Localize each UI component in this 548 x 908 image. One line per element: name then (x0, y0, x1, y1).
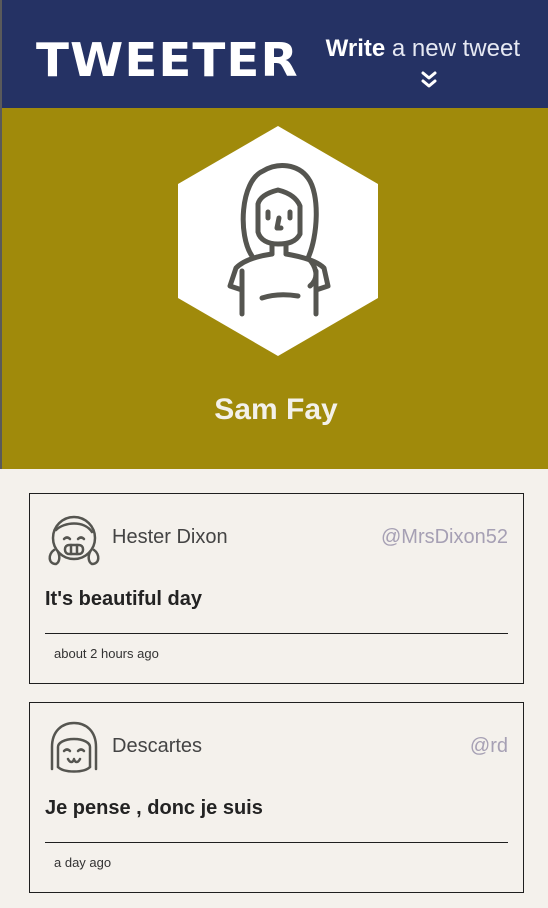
tweet-author-handle[interactable]: @rd (470, 733, 508, 759)
smiling-girl-avatar-icon (50, 721, 98, 773)
tweet-author-handle[interactable]: @MrsDixon52 (381, 524, 508, 550)
tweet-divider (45, 633, 508, 634)
woman-avatar-icon (178, 126, 378, 356)
compose-label-rest: a new tweet (385, 35, 520, 62)
compose-label-bold: Write (325, 35, 386, 62)
compose-label: Write a new tweet (300, 32, 520, 66)
tweet-author-name: Descartes (112, 735, 203, 757)
tweet-divider (45, 842, 508, 843)
chevron-double-down-icon (421, 71, 437, 88)
tweet-timestamp: about 2 hours ago (54, 646, 159, 661)
tweet-card: Hester Dixon @MrsDixon52 It's beautiful … (29, 493, 524, 684)
tweet-text: Je pense , donc je suis (45, 797, 263, 819)
profile-banner: Sam Fay (0, 108, 548, 469)
brand-logo[interactable]: TWEETER (36, 34, 299, 86)
tweet-timestamp: a day ago (54, 855, 112, 870)
tweet-author-name: Hester Dixon (112, 526, 228, 548)
girl-pigtails-avatar-icon (48, 515, 100, 566)
tweet-text: It's beautiful day (45, 588, 203, 610)
profile-name: Sam Fay (214, 393, 338, 426)
tweet-card: Descartes @rd Je pense , donc je suis a … (29, 702, 524, 893)
write-new-tweet-toggle[interactable]: Write a new tweet (300, 32, 520, 92)
top-nav: TWEETER Write a new tweet (0, 0, 548, 108)
